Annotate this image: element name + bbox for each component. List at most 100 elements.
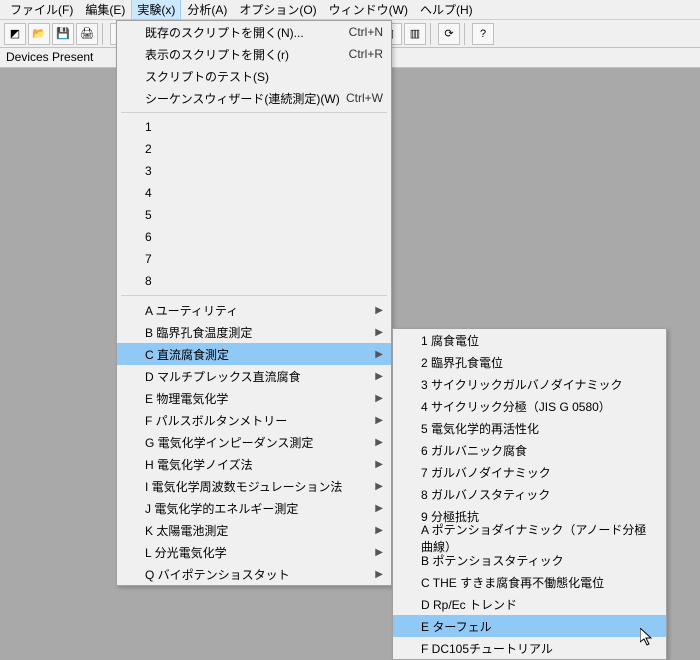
menu-item-label: A ユーティリティ [145,302,238,319]
menu-options[interactable]: オプション(O) [233,0,322,20]
menu-experiment[interactable]: 実験(x) [131,0,181,20]
menu-shortcut: Ctrl+W [346,91,383,105]
submenu-item[interactable]: 5 電気化学的再活性化 [393,417,666,439]
menu-analysis[interactable]: 分析(A) [181,0,233,20]
menu-item-recent[interactable]: 8 [117,270,391,292]
menu-item-experiment[interactable]: B 臨界孔食温度測定 ▶ [117,321,391,343]
menu-item-label: K 太陽電池測定 [145,522,228,539]
submenu-arrow-icon: ▶ [375,371,383,382]
menu-item-script[interactable]: 表示のスクリプトを開く(r) Ctrl+R [117,43,391,65]
menu-item-label: 8 [145,274,152,288]
submenu-item[interactable]: 3 サイクリックガルバノダイナミック [393,373,666,395]
submenu-item[interactable]: A ポテンショダイナミック（アノード分極曲線） [393,527,666,549]
menu-item-label: C 直流腐食測定 [145,346,229,363]
help-button[interactable]: ? [472,23,494,45]
menu-item-label: 5 [145,208,152,222]
menu-item-script[interactable]: シーケンスウィザード(連続測定)(W) Ctrl+W [117,87,391,109]
menu-item-experiment[interactable]: D マルチプレックス直流腐食 ▶ [117,365,391,387]
menu-item-experiment[interactable]: I 電気化学周波数モジュレーション法▶ [117,475,391,497]
menu-item-experiment[interactable]: Q バイポテンショスタット ▶ [117,563,391,585]
submenu-arrow-icon: ▶ [375,569,383,580]
submenu-arrow-icon: ▶ [375,547,383,558]
menu-item-label: B 臨界孔食温度測定 [145,324,252,341]
menu-item-label: G 電気化学インピーダンス測定 [145,434,313,451]
menu-shortcut: Ctrl+R [349,47,383,61]
experiment-menu: 既存のスクリプトを開く(N)... Ctrl+N 表示のスクリプトを開く(r) Ctr… [116,20,392,586]
menu-item-label: F DC105チュートリアル [421,640,553,657]
menu-item-recent[interactable]: 2 [117,138,391,160]
menu-file[interactable]: ファイル(F) [4,0,79,20]
menu-item-script[interactable]: 既存のスクリプトを開く(N)... Ctrl+N [117,21,391,43]
submenu-arrow-icon: ▶ [375,393,383,404]
menu-item-experiment[interactable]: E 物理電気化学 ▶ [117,387,391,409]
submenu-arrow-icon: ▶ [375,415,383,426]
menu-item-experiment[interactable]: A ユーティリティ ▶ [117,299,391,321]
menu-item-label: 3 [145,164,152,178]
menu-help[interactable]: ヘルプ(H) [414,0,479,20]
menu-item-recent[interactable]: 6 [117,226,391,248]
submenu-arrow-icon: ▶ [375,305,383,316]
submenu-item[interactable]: D Rp/Ec トレンド [393,593,666,615]
menu-item-recent[interactable]: 7 [117,248,391,270]
menu-item-label: Q バイポテンショスタット [145,566,290,583]
menu-item-experiment[interactable]: C 直流腐食測定▶ [117,343,391,365]
menu-item-recent[interactable]: 3 [117,160,391,182]
menu-item-experiment[interactable]: H 電気化学ノイズ法▶ [117,453,391,475]
submenu-item[interactable]: 4 サイクリック分極（JIS G 0580） [393,395,666,417]
submenu-arrow-icon: ▶ [375,327,383,338]
menu-item-label: B ポテンショスタティック [421,552,564,569]
menu-item-label: 2 [145,142,152,156]
menu-item-label: シーケンスウィザード(連続測定)(W) [145,90,340,107]
submenu-item[interactable]: 6 ガルバニック腐食 [393,439,666,461]
select-button[interactable]: ◩ [4,23,26,45]
menubar: ファイル(F) 編集(E) 実験(x) 分析(A) オプション(O) ウィンドウ… [0,0,700,20]
menu-item-label: 6 ガルバニック腐食 [421,442,527,459]
menu-item-experiment[interactable]: J 電気化学的エネルギー測定 ▶ [117,497,391,519]
menu-item-label: L 分光電気化学 [145,544,227,561]
menu-item-label: E ターフェル [421,618,492,635]
menu-item-label: 既存のスクリプトを開く(N)... [145,24,304,41]
menu-item-recent[interactable]: 5 [117,204,391,226]
submenu-arrow-icon: ▶ [375,503,383,514]
dc-corrosion-submenu: 1 腐食電位 2 臨界孔食電位 3 サイクリックガルバノダイナミック 4 サイクリック… [392,328,667,660]
menu-item-label: H 電気化学ノイズ法 [145,456,253,473]
menu-window[interactable]: ウィンドウ(W) [323,0,414,20]
submenu-arrow-icon: ▶ [375,437,383,448]
menu-item-label: D マルチプレックス直流腐食 [145,368,301,385]
menu-item-script[interactable]: スクリプトのテスト(S) [117,65,391,87]
menu-item-experiment[interactable]: G 電気化学インピーダンス測定 ▶ [117,431,391,453]
submenu-item[interactable]: 8 ガルバノスタティック [393,483,666,505]
menu-item-label: 表示のスクリプトを開く(r) [145,46,289,63]
menu-item-label: 1 腐食電位 [421,332,479,349]
menu-shortcut: Ctrl+N [349,25,383,39]
submenu-item[interactable]: E ターフェル [393,615,666,637]
layout4-button[interactable]: ▥ [404,23,426,45]
submenu-item[interactable]: 2 臨界孔食電位 [393,351,666,373]
menu-edit[interactable]: 編集(E) [79,0,131,20]
menu-item-label: F パルスボルタンメトリー [145,412,287,429]
menu-item-experiment[interactable]: K 太陽電池測定▶ [117,519,391,541]
menu-item-label: 5 電気化学的再活性化 [421,420,539,437]
menu-item-label: 7 ガルバノダイナミック [421,464,551,481]
refresh-button[interactable]: ⟳ [438,23,460,45]
menu-item-label: 8 ガルバノスタティック [421,486,550,503]
menu-item-label: J 電気化学的エネルギー測定 [145,500,298,517]
menu-item-label: E 物理電気化学 [145,390,228,407]
submenu-item[interactable]: 1 腐食電位 [393,329,666,351]
print-button[interactable]: 🖨 [76,23,98,45]
submenu-item[interactable]: C THE すきま腐食再不働態化電位 [393,571,666,593]
menu-item-label: 7 [145,252,152,266]
menu-item-label: 4 [145,186,152,200]
menu-separator [121,112,387,113]
menu-item-recent[interactable]: 1 [117,116,391,138]
menu-item-label: I 電気化学周波数モジュレーション法 [145,478,342,495]
submenu-item[interactable]: 7 ガルバノダイナミック [393,461,666,483]
submenu-item[interactable]: B ポテンショスタティック [393,549,666,571]
save-button[interactable]: 💾 [52,23,74,45]
open-button[interactable]: 📂 [28,23,50,45]
menu-item-recent[interactable]: 4 [117,182,391,204]
menu-item-label: 4 サイクリック分極（JIS G 0580） [421,398,611,415]
menu-item-label: 2 臨界孔食電位 [421,354,503,371]
menu-item-experiment[interactable]: L 分光電気化学 ▶ [117,541,391,563]
menu-item-experiment[interactable]: F パルスボルタンメトリー ▶ [117,409,391,431]
